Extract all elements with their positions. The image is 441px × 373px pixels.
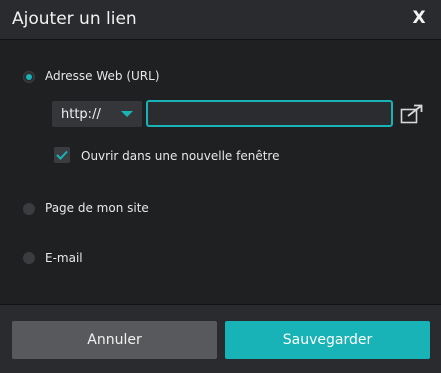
radio-web-url-label[interactable]: Adresse Web (URL) [45, 69, 160, 83]
external-link-icon[interactable] [400, 104, 424, 124]
new-window-label[interactable]: Ouvrir dans une nouvelle fenêtre [81, 149, 279, 163]
radio-email[interactable] [23, 252, 35, 264]
add-link-dialog: Ajouter un lien X Adresse Web (URL) http… [0, 0, 441, 373]
check-icon [56, 150, 68, 160]
radio-page[interactable] [23, 203, 35, 215]
cancel-button[interactable]: Annuler [12, 321, 217, 359]
url-input[interactable] [146, 100, 393, 127]
dialog-footer: Annuler Sauvegarder [0, 304, 441, 373]
dialog-title: Ajouter un lien [12, 9, 137, 29]
save-button[interactable]: Sauvegarder [225, 321, 430, 359]
protocol-value: http:// [61, 107, 101, 122]
chevron-down-icon [121, 111, 133, 117]
new-window-checkbox[interactable] [54, 147, 70, 163]
radio-email-label[interactable]: E-mail [45, 251, 83, 265]
radio-web-url[interactable] [23, 71, 35, 83]
dialog-header: Ajouter un lien X [0, 0, 441, 40]
close-button[interactable]: X [411, 8, 427, 28]
protocol-select[interactable]: http:// [52, 101, 142, 127]
radio-page-label[interactable]: Page de mon site [45, 201, 149, 215]
